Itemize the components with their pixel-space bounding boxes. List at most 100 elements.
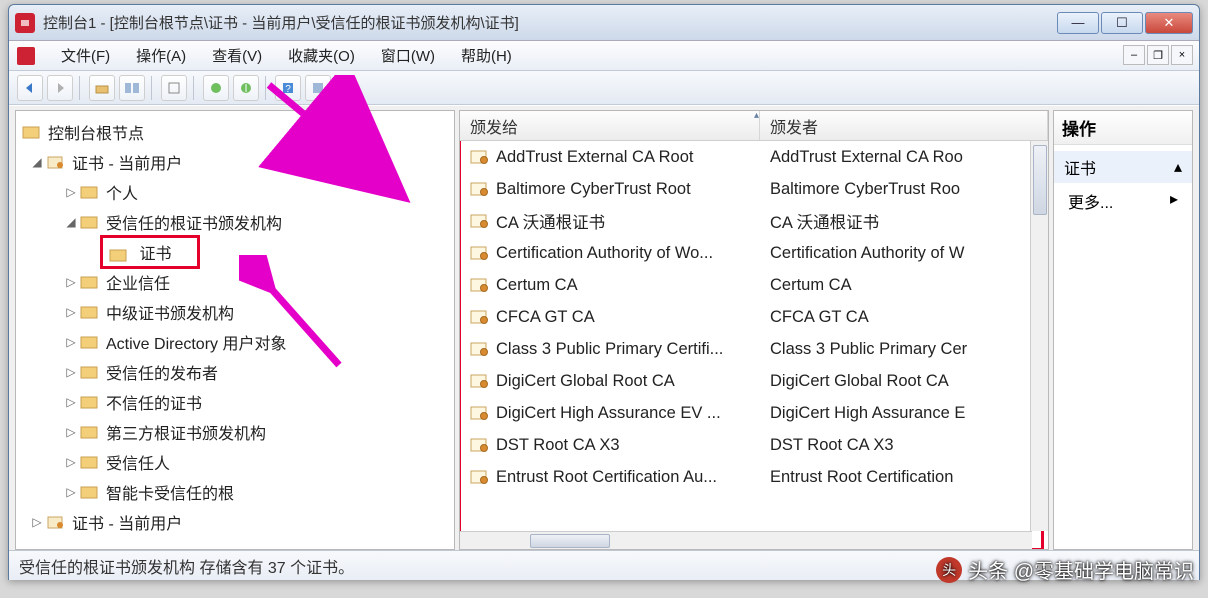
tree-label: 中级证书颁发机构 (106, 300, 234, 324)
cert-store-icon (46, 154, 66, 170)
list-item[interactable]: Baltimore CyberTrust RootBaltimore Cyber… (460, 173, 1048, 205)
action-more[interactable]: 更多...▸ (1054, 183, 1192, 219)
tree-trusted-publishers[interactable]: ▷ 受信任的发布者 (18, 357, 452, 387)
list-body[interactable]: AddTrust External CA RootAddTrust Extern… (460, 141, 1048, 521)
tree-panel[interactable]: 控制台根节点 ◢ 证书 - 当前用户 ▷ 个人 ◢ 受信任的根证书颁发机构 (15, 110, 455, 550)
vertical-scrollbar[interactable] (1030, 141, 1048, 531)
cert-issued-to: Certification Authority of Wo... (496, 244, 713, 263)
certificate-icon (470, 277, 490, 293)
help-button[interactable]: ? (275, 75, 301, 101)
tree-label: 不信任的证书 (106, 390, 202, 414)
mdi-minimize-button[interactable]: – (1123, 45, 1145, 65)
action-group-title[interactable]: 证书▴ (1054, 151, 1192, 183)
menu-action[interactable]: 操作(A) (132, 43, 190, 68)
cert-issued-to: Certum CA (496, 276, 578, 295)
mmc-window: 控制台1 - [控制台根节点\证书 - 当前用户\受信任的根证书颁发机构\证书]… (8, 4, 1200, 580)
certificate-icon (470, 181, 490, 197)
tree-enterprise[interactable]: ▷ 企业信任 (18, 267, 452, 297)
expand-icon[interactable]: ▷ (28, 515, 46, 529)
expand-icon[interactable]: ▷ (62, 305, 80, 319)
tree-cert-user2[interactable]: ▷ 证书 - 当前用户 (18, 507, 452, 537)
tree-untrusted[interactable]: ▷ 不信任的证书 (18, 387, 452, 417)
folder-icon (80, 454, 100, 470)
list-item[interactable]: Class 3 Public Primary Certifi... Class 3… (460, 333, 1048, 365)
cert-issued-by: DigiCert Global Root CA (770, 372, 949, 390)
menu-file[interactable]: 文件(F) (57, 43, 114, 68)
import-button[interactable] (233, 75, 259, 101)
certificate-icon (470, 341, 490, 357)
tree-intermediate[interactable]: ▷ 中级证书颁发机构 (18, 297, 452, 327)
tree-label: 控制台根节点 (48, 120, 144, 144)
menu-window[interactable]: 窗口(W) (377, 43, 439, 68)
certificate-icon (470, 245, 490, 261)
tree-label: 第三方根证书颁发机构 (106, 420, 266, 444)
maximize-button[interactable]: ☐ (1101, 12, 1143, 34)
expand-icon[interactable]: ▷ (62, 365, 80, 379)
horizontal-scrollbar[interactable] (460, 531, 1032, 549)
cert-issued-to: CA 沃通根证书 (496, 209, 605, 233)
expand-icon[interactable]: ▷ (62, 455, 80, 469)
menu-favorites[interactable]: 收藏夹(O) (284, 43, 359, 68)
tree-smartcard[interactable]: ▷ 智能卡受信任的根 (18, 477, 452, 507)
minimize-button[interactable]: — (1057, 12, 1099, 34)
expand-icon[interactable]: ▷ (62, 425, 80, 439)
list-item[interactable]: Entrust Root Certification Au...Entrust … (460, 461, 1048, 493)
column-issued-to[interactable]: 颁发给 (460, 111, 760, 140)
list-item[interactable]: Certification Authority of Wo... Certific… (460, 237, 1048, 269)
folder-icon (80, 184, 100, 200)
expand-icon[interactable]: ▷ (62, 335, 80, 349)
watermark: 头 头条 @零基础学电脑常识 (936, 555, 1194, 584)
list-item[interactable]: CA 沃通根证书 CA 沃通根证书 (460, 205, 1048, 237)
list-item[interactable]: DST Root CA X3 DST Root CA X3 (460, 429, 1048, 461)
tree-personal[interactable]: ▷ 个人 (18, 177, 452, 207)
expand-icon[interactable]: ▷ (62, 185, 80, 199)
collapse-icon[interactable]: ◢ (62, 215, 80, 229)
column-issued-by[interactable]: 颁发者 (760, 111, 1048, 140)
tree-cert-user[interactable]: ◢ 证书 - 当前用户 (18, 147, 452, 177)
selected-highlight: 证书 (100, 235, 200, 269)
cert-issued-by: Entrust Root Certification (770, 468, 953, 486)
mdi-restore-button[interactable]: ❐ (1147, 45, 1169, 65)
cert-issued-to: DST Root CA X3 (496, 436, 620, 455)
tree-root[interactable]: 控制台根节点 (18, 117, 452, 147)
folder-icon (80, 214, 100, 230)
tree-trusted-root[interactable]: ◢ 受信任的根证书颁发机构 (18, 207, 452, 237)
tree-ad[interactable]: ▷ Active Directory 用户对象 (18, 327, 452, 357)
tree-label: 智能卡受信任的根 (106, 480, 234, 504)
cert-issued-to: Class 3 Public Primary Certifi... (496, 340, 723, 359)
close-button[interactable]: ✕ (1145, 12, 1193, 34)
cut-button[interactable] (161, 75, 187, 101)
list-item[interactable]: DigiCert High Assurance EV ...DigiCert H… (460, 397, 1048, 429)
tree-certs-selected[interactable]: 证书 (18, 237, 452, 267)
window-buttons: — ☐ ✕ (1057, 12, 1193, 34)
back-button[interactable] (17, 75, 43, 101)
menu-help[interactable]: 帮助(H) (457, 43, 516, 68)
tree-trusted-people[interactable]: ▷ 受信任人 (18, 447, 452, 477)
collapse-icon[interactable]: ◢ (28, 155, 46, 169)
expand-icon[interactable]: ▷ (62, 395, 80, 409)
cert-issued-by: Class 3 Public Primary Cer (770, 340, 967, 358)
expand-icon[interactable]: ▷ (62, 275, 80, 289)
menu-view[interactable]: 查看(V) (208, 43, 266, 68)
export-button[interactable] (203, 75, 229, 101)
list-item[interactable]: Certum CACertum CA (460, 269, 1048, 301)
expand-icon[interactable]: ▷ (62, 485, 80, 499)
tree-label: 证书 - 当前用户 (72, 150, 182, 174)
tree-third-party[interactable]: ▷ 第三方根证书颁发机构 (18, 417, 452, 447)
tree-label: 证书 - 当前用户 (72, 510, 182, 534)
mdi-close-button[interactable]: × (1171, 45, 1193, 65)
certificate-icon (470, 309, 490, 325)
cert-issued-by: CA 沃通根证书 (770, 214, 879, 232)
list-panel: ▴ 颁发给 颁发者 AddTrust External CA RootAddTr… (459, 110, 1049, 550)
show-hide-button[interactable] (119, 75, 145, 101)
list-item[interactable]: AddTrust External CA RootAddTrust Extern… (460, 141, 1048, 173)
up-button[interactable] (89, 75, 115, 101)
folder-icon (80, 424, 100, 440)
forward-button[interactable] (47, 75, 73, 101)
certificate-icon (470, 213, 490, 229)
properties-button[interactable] (305, 75, 331, 101)
list-item[interactable]: CFCA GT CACFCA GT CA (460, 301, 1048, 333)
cert-issued-by: DST Root CA X3 (770, 436, 894, 454)
cert-issued-by: Certification Authority of W (770, 244, 964, 262)
list-item[interactable]: DigiCert Global Root CADigiCert Global R… (460, 365, 1048, 397)
